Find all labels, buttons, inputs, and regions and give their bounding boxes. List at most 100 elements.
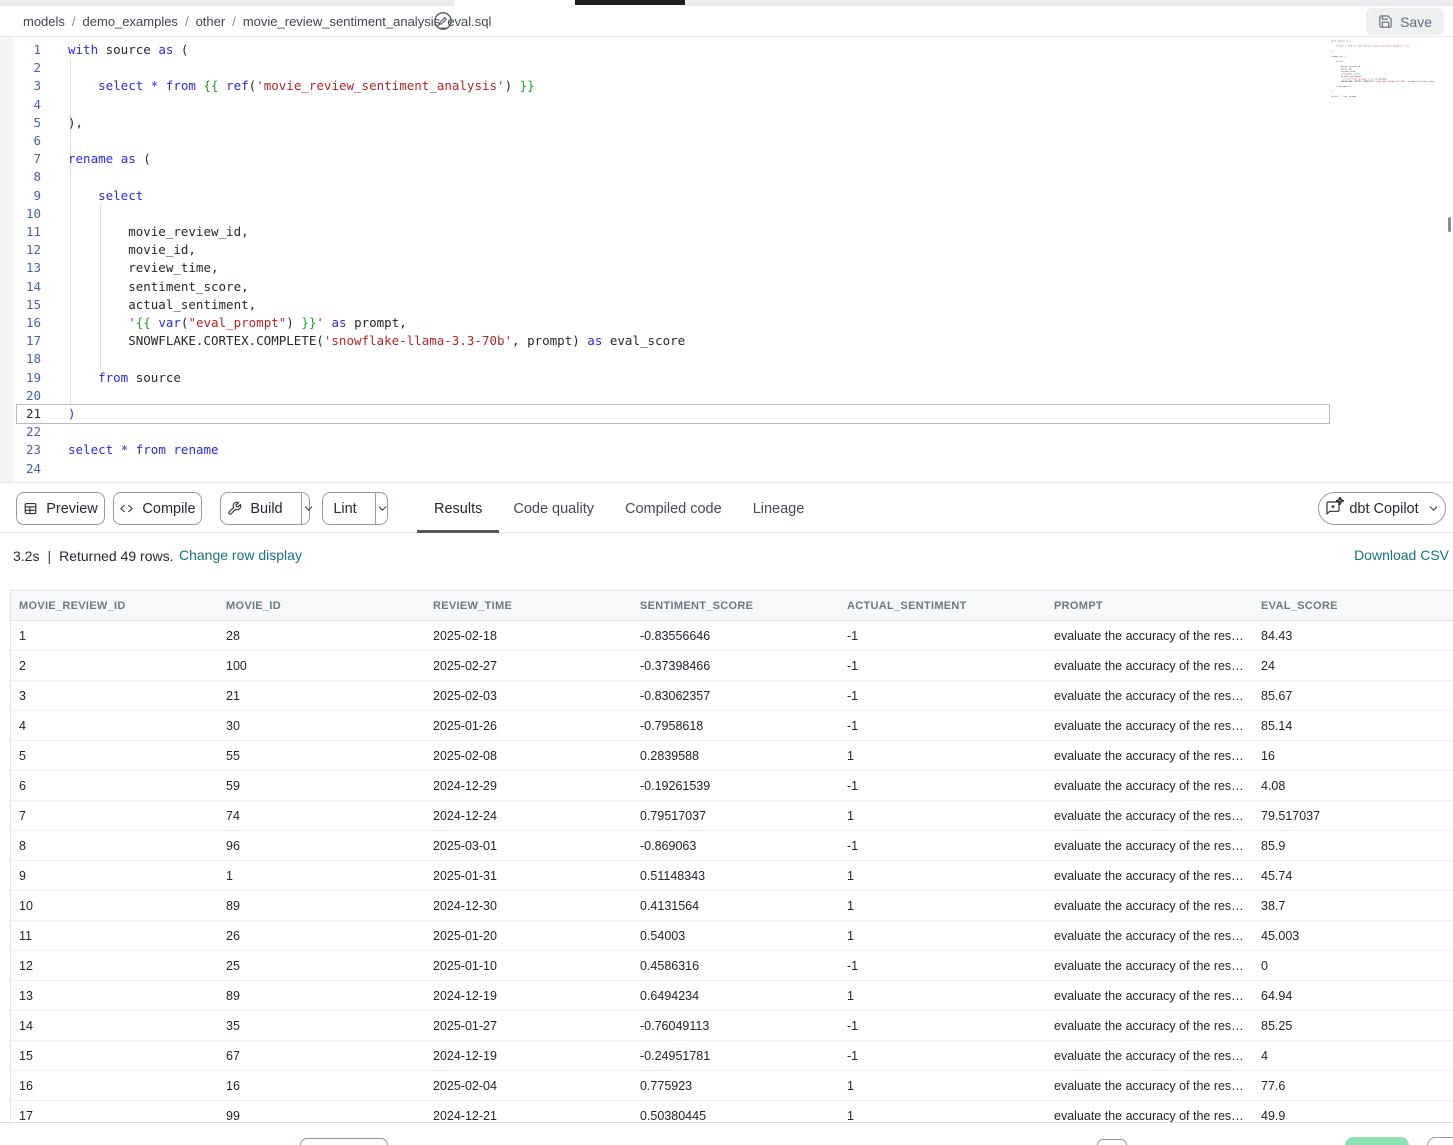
table-row: 7742024-12-240.795170371evaluate the acc… — [11, 801, 1453, 831]
cell-sentiment-score: -0.76049113 — [632, 1011, 839, 1040]
cell-eval-score: 79.517037 — [1253, 801, 1453, 830]
line-number: 23 — [0, 441, 41, 459]
lint-split-button: Lint — [322, 492, 388, 525]
cell-eval-score: 85.9 — [1253, 831, 1453, 860]
prompt-cell[interactable]: evaluate the accuracy of the res… — [1046, 1071, 1253, 1100]
code-line: 20 — [0, 387, 1453, 405]
cell-movie-review-id: 14 — [11, 1011, 218, 1040]
tab-compiled-code[interactable]: Compiled code — [625, 484, 722, 533]
breadcrumb-item[interactable]: demo_examples — [83, 14, 178, 29]
edit-indicator-icon[interactable] — [433, 11, 453, 31]
cell-sentiment-score: 0.2839588 — [632, 741, 839, 770]
prompt-cell[interactable]: evaluate the accuracy of the res… — [1046, 771, 1253, 800]
cell-movie-id: 99 — [218, 1101, 425, 1122]
prompt-preview-text: evaluate the accuracy of the res… — [1054, 659, 1244, 673]
tab-lineage[interactable]: Lineage — [753, 484, 805, 533]
query-duration: 3.2s — [13, 548, 39, 564]
prompt-cell[interactable]: evaluate the accuracy of the res… — [1046, 951, 1253, 980]
code-brackets-icon — [119, 501, 134, 516]
cell-sentiment-score: 0.6494234 — [632, 981, 839, 1010]
editor-scrollbar-thumb[interactable] — [1448, 217, 1451, 232]
query-status-text: 3.2s | Returned 49 rows. — [13, 533, 174, 579]
prompt-cell[interactable]: evaluate the accuracy of the res… — [1046, 861, 1253, 890]
prompt-cell[interactable]: evaluate the accuracy of the res… — [1046, 891, 1253, 920]
prompt-preview-text: evaluate the accuracy of the res… — [1054, 839, 1244, 853]
line-number: 22 — [0, 423, 41, 441]
tab-results[interactable]: Results — [434, 484, 482, 533]
prompt-cell[interactable]: evaluate the accuracy of the res… — [1046, 711, 1253, 740]
cell-movie-review-id: 8 — [11, 831, 218, 860]
cell-movie-review-id: 16 — [11, 1071, 218, 1100]
prompt-cell[interactable]: evaluate the accuracy of the res… — [1046, 651, 1253, 680]
breadcrumb-item[interactable]: models — [23, 14, 65, 29]
cell-sentiment-score: -0.83556646 — [632, 621, 839, 650]
compile-button[interactable]: Compile — [113, 492, 202, 525]
save-button[interactable]: Save — [1366, 8, 1444, 35]
code-text: '{{ var("eval_prompt") }}' as prompt, — [68, 314, 407, 332]
prompt-cell[interactable]: evaluate the accuracy of the res… — [1046, 621, 1253, 650]
compile-button-label: Compile — [142, 501, 195, 517]
prompt-cell[interactable]: evaluate the accuracy of the res… — [1046, 831, 1253, 860]
cell-movie-id: 96 — [218, 831, 425, 860]
prompt-cell[interactable]: evaluate the accuracy of the res… — [1046, 1101, 1253, 1122]
download-csv-link[interactable]: Download CSV — [1354, 547, 1449, 563]
build-split-button: Build — [220, 492, 310, 525]
bottom-partial-button[interactable] — [300, 1138, 388, 1145]
table-row: 14352025-01-27-0.76049113-1evaluate the … — [11, 1011, 1453, 1041]
code-line: 13 review_time, — [0, 259, 1453, 277]
line-number: 2 — [0, 59, 41, 77]
cell-review-time: 2025-02-18 — [425, 621, 632, 650]
prompt-preview-text: evaluate the accuracy of the res… — [1054, 869, 1244, 883]
cell-movie-review-id: 11 — [11, 921, 218, 950]
prompt-cell[interactable]: evaluate the accuracy of the res… — [1046, 981, 1253, 1010]
code-line: 2 — [0, 59, 1453, 77]
cell-actual-sentiment: 1 — [839, 891, 1046, 920]
cell-actual-sentiment: -1 — [839, 681, 1046, 710]
code-text: ) — [68, 405, 76, 423]
prompt-cell[interactable]: evaluate the accuracy of the res… — [1046, 741, 1253, 770]
line-number: 1 — [0, 41, 41, 59]
breadcrumb-item[interactable]: other — [196, 14, 226, 29]
lint-button[interactable]: Lint — [321, 493, 366, 524]
prompt-preview-text: evaluate the accuracy of the res… — [1054, 929, 1244, 943]
code-text: ), — [68, 114, 83, 132]
bottom-partial-green-button[interactable] — [1345, 1137, 1409, 1145]
prompt-cell[interactable]: evaluate the accuracy of the res… — [1046, 801, 1253, 830]
table-grid-icon — [23, 501, 38, 516]
prompt-cell[interactable]: evaluate the accuracy of the res… — [1046, 1041, 1253, 1070]
cell-eval-score: 45.74 — [1253, 861, 1453, 890]
bottom-partial-button[interactable] — [1097, 1139, 1127, 1145]
lint-options-caret[interactable] — [375, 493, 389, 524]
cell-review-time: 2025-01-10 — [425, 951, 632, 980]
build-button[interactable]: Build — [215, 493, 292, 524]
breadcrumb-item[interactable]: movie_review_sentiment_analysis_eval.sql — [243, 14, 492, 29]
build-options-caret[interactable] — [301, 493, 315, 524]
sparkle-icon — [1336, 497, 1344, 505]
code-editing-surface[interactable]: 1with source as (23 select * from {{ ref… — [0, 37, 1453, 482]
cell-sentiment-score: 0.51148343 — [632, 861, 839, 890]
prompt-preview-text: evaluate the accuracy of the res… — [1054, 1109, 1244, 1123]
minimap-content: with source as ( select * from {{ ref('m… — [1331, 40, 1355, 98]
cell-movie-review-id: 13 — [11, 981, 218, 1010]
status-separator: | — [47, 548, 51, 564]
bottom-partial-button[interactable] — [1427, 1137, 1453, 1145]
cell-eval-score: 16 — [1253, 741, 1453, 770]
code-text: sentiment_score, — [68, 278, 249, 296]
prompt-cell[interactable]: evaluate the accuracy of the res… — [1046, 921, 1253, 950]
preview-button[interactable]: Preview — [16, 492, 105, 525]
column-header: ACTUAL_SENTIMENT — [839, 591, 1046, 620]
cell-movie-id: 35 — [218, 1011, 425, 1040]
cell-sentiment-score: 0.79517037 — [632, 801, 839, 830]
prompt-cell[interactable]: evaluate the accuracy of the res… — [1046, 681, 1253, 710]
cell-eval-score: 0 — [1253, 951, 1453, 980]
prompt-cell[interactable]: evaluate the accuracy of the res… — [1046, 1011, 1253, 1040]
cell-actual-sentiment: -1 — [839, 951, 1046, 980]
code-text: select * from {{ ref('movie_review_senti… — [68, 77, 535, 95]
cell-review-time: 2024-12-30 — [425, 891, 632, 920]
line-number: 15 — [0, 296, 41, 314]
dbt-copilot-button[interactable]: dbt Copilot — [1318, 492, 1446, 525]
column-header: MOVIE_ID — [218, 591, 425, 620]
minimap[interactable]: with source as ( select * from {{ ref('m… — [1331, 40, 1447, 98]
tab-code-quality[interactable]: Code quality — [513, 484, 594, 533]
change-row-display-link[interactable]: Change row display — [179, 547, 302, 563]
